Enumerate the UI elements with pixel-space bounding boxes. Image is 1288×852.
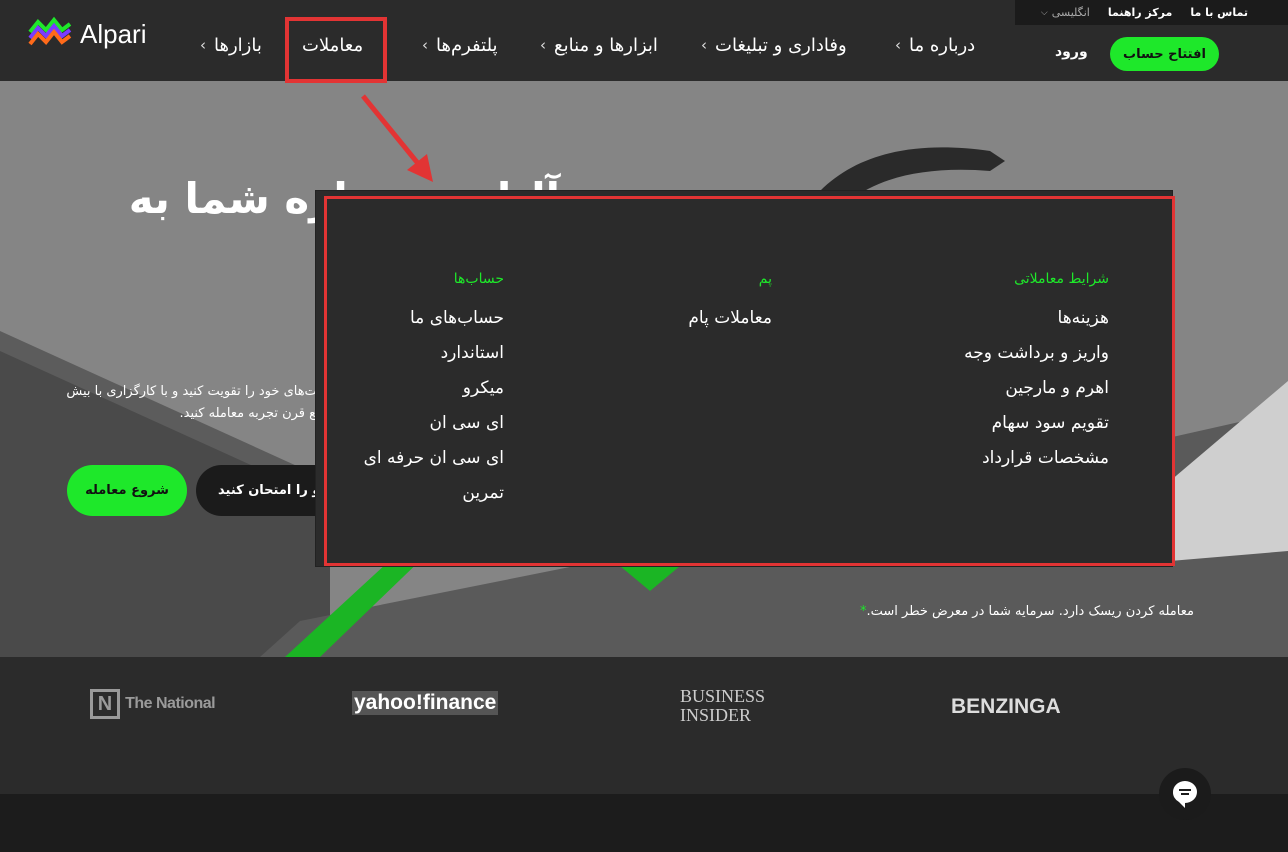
alpari-logo-icon <box>28 16 72 46</box>
chevron-left-icon: ‹ <box>422 36 428 54</box>
chat-button[interactable] <box>1159 768 1211 820</box>
nav-item-platforms[interactable]: پلتفرم‌ها ‹ <box>422 28 498 62</box>
risk-warning-text: معامله کردن ریسک دارد. سرمایه شما در معر… <box>866 604 1194 619</box>
chevron-left-icon: ‹ <box>200 36 206 54</box>
login-link[interactable]: ورود <box>1055 44 1088 60</box>
logo-text: Alpari <box>80 18 147 49</box>
site-header: تماس با ما مرکز راهنما انگلیسی ⌵ Alpari … <box>0 0 1288 81</box>
language-label: انگلیسی <box>1051 6 1090 19</box>
press-logo-benzinga: BENZINGA <box>951 695 1061 718</box>
help-center-link[interactable]: مرکز راهنما <box>1108 6 1172 19</box>
nav-item-label: بازارها <box>214 34 262 56</box>
language-selector[interactable]: انگلیسی ⌵ <box>1041 6 1090 19</box>
nav-item-label: پلتفرم‌ها <box>436 34 498 56</box>
press-logo-yahoo-finance: yahoo!finance <box>352 691 499 715</box>
top-utility-bar: تماس با ما مرکز راهنما انگلیسی ⌵ <box>1015 0 1288 25</box>
chevron-left-icon: ‹ <box>701 36 707 54</box>
nav-highlight-box <box>285 17 387 83</box>
hero-subtitle: مهارت‌های خود را تقویت کنید و با کارگزار… <box>66 384 340 421</box>
press-logo-text: The National <box>125 695 216 712</box>
nav-item-markets[interactable]: بازارها ‹ <box>200 28 262 62</box>
risk-warning: معامله کردن ریسک دارد. سرمایه شما در معر… <box>860 604 1194 619</box>
press-logo-business-insider: BUSINESS INSIDER <box>680 686 766 725</box>
footer-strip <box>0 794 1288 852</box>
menu-highlight-box <box>324 196 1175 566</box>
chevron-down-icon: ⌵ <box>1040 7 1048 18</box>
chevron-left-icon: ‹ <box>540 36 546 54</box>
open-account-button[interactable]: افتتاح حساب <box>1110 37 1219 71</box>
chevron-left-icon: ‹ <box>895 36 901 54</box>
contact-link[interactable]: تماس با ما <box>1190 6 1248 19</box>
annotation-arrow-icon <box>361 94 433 182</box>
alpari-logo[interactable]: Alpari <box>28 16 146 52</box>
chat-bubble-icon <box>1172 781 1197 808</box>
nav-item-label: وفاداری و تبلیغات <box>715 34 847 56</box>
nav-item-loyalty[interactable]: وفاداری و تبلیغات ‹ <box>701 28 847 62</box>
press-logos-section: N The National yahoo!finance BUSINESS IN… <box>0 657 1288 794</box>
nav-item-tools[interactable]: ابزارها و منابع ‹ <box>540 28 658 62</box>
nav-item-label: درباره ما <box>909 34 976 56</box>
press-logo-the-national: N The National <box>90 689 216 719</box>
nav-item-label: ابزارها و منابع <box>554 34 658 56</box>
nav-item-about[interactable]: درباره ما ‹ <box>895 28 975 62</box>
start-trading-button[interactable]: شروع معامله <box>67 465 187 516</box>
